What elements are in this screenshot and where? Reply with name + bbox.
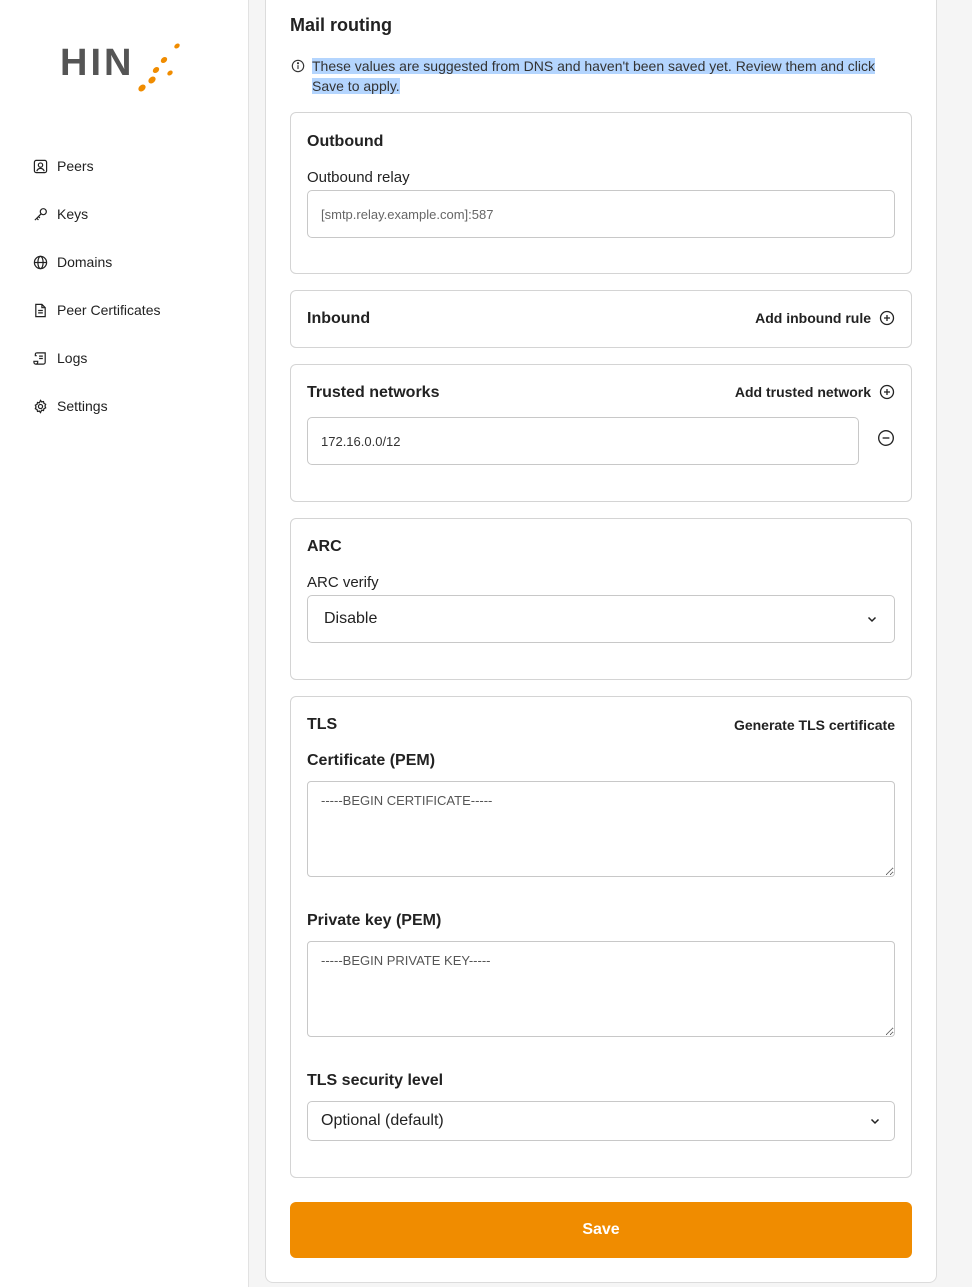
sidebar-item-domains[interactable]: Domains: [33, 250, 112, 274]
plus-circle-icon: [879, 384, 895, 400]
outbound-title: Outbound: [307, 133, 384, 150]
arc-verify-value: Disable: [324, 610, 378, 627]
outbound-panel: Outbound Outbound relay: [290, 112, 912, 274]
trusted-networks-panel: Trusted networks Add trusted network: [290, 364, 912, 502]
arc-title: ARC: [307, 538, 342, 555]
trusted-network-input[interactable]: [307, 417, 859, 465]
notice-message: These values are suggested from DNS and …: [312, 58, 875, 94]
sidebar-item-label: Peers: [57, 158, 94, 174]
document-icon: [35, 303, 46, 317]
tls-title: TLS: [307, 716, 338, 733]
arc-verify-label: ARC verify: [307, 574, 379, 591]
generate-tls-certificate-label: Generate TLS certificate: [733, 717, 895, 733]
sidebar-item-label: Domains: [57, 254, 113, 270]
inbound-panel: Inbound Add inbound rule: [290, 290, 912, 348]
info-icon: [291, 59, 305, 73]
page-title: Mail routing: [290, 15, 392, 35]
logo-text: HIN: [60, 42, 134, 84]
outbound-relay-label: Outbound relay: [307, 169, 410, 186]
sidebar: HIN Peers Keys Domains Peer Certificates…: [0, 0, 249, 1287]
plus-circle-icon: [879, 310, 895, 326]
tls-panel: TLS Generate TLS certificate Certificate…: [290, 696, 912, 1178]
sidebar-item-peers[interactable]: Peers: [33, 154, 94, 178]
scroll-icon: [33, 351, 46, 365]
key-icon: [34, 207, 47, 221]
add-inbound-rule-label: Add inbound rule: [755, 310, 871, 326]
tls-security-level-select[interactable]: Optional (default): [307, 1101, 895, 1141]
sidebar-item-logs[interactable]: Logs: [33, 346, 87, 370]
tls-security-level-label: TLS security level: [307, 1072, 444, 1089]
trusted-networks-title: Trusted networks: [307, 384, 440, 401]
user-square-icon: [33, 159, 48, 173]
globe-icon: [33, 255, 48, 269]
certificate-label: Certificate (PEM): [307, 752, 436, 769]
gear-icon: [34, 398, 47, 414]
sidebar-item-label: Logs: [57, 350, 88, 366]
private-key-textarea[interactable]: [307, 941, 895, 1037]
hin-logo: HIN: [60, 42, 180, 92]
sidebar-item-label: Keys: [57, 206, 89, 222]
generate-tls-certificate-button[interactable]: Generate TLS certificate: [734, 717, 895, 733]
sidebar-item-label: Peer Certificates: [57, 302, 161, 318]
sidebar-item-keys[interactable]: Keys: [33, 202, 88, 226]
outbound-relay-input[interactable]: [307, 190, 895, 238]
arc-panel: ARC ARC verify Disable: [290, 518, 912, 680]
save-button[interactable]: Save: [290, 1202, 912, 1258]
sidebar-item-label: Settings: [57, 398, 108, 414]
inbound-title: Inbound: [307, 310, 371, 327]
sidebar-item-settings[interactable]: Settings: [33, 394, 108, 418]
add-trusted-network-label: Add trusted network: [734, 384, 871, 400]
minus-circle-icon[interactable]: [877, 429, 895, 447]
notice-text: These values are suggested from DNS and …: [312, 56, 902, 96]
add-trusted-network-button[interactable]: Add trusted network: [735, 384, 895, 400]
add-inbound-rule-button[interactable]: Add inbound rule: [755, 310, 895, 326]
arc-verify-select[interactable]: Disable: [307, 595, 895, 643]
private-key-label: Private key (PEM): [307, 912, 442, 929]
tls-security-level-value: Optional (default): [321, 1112, 444, 1129]
certificate-textarea[interactable]: [307, 781, 895, 877]
chevron-down-icon: [870, 1118, 880, 1125]
chevron-down-icon: [867, 616, 877, 623]
sidebar-item-peer-certificates[interactable]: Peer Certificates: [33, 298, 160, 322]
